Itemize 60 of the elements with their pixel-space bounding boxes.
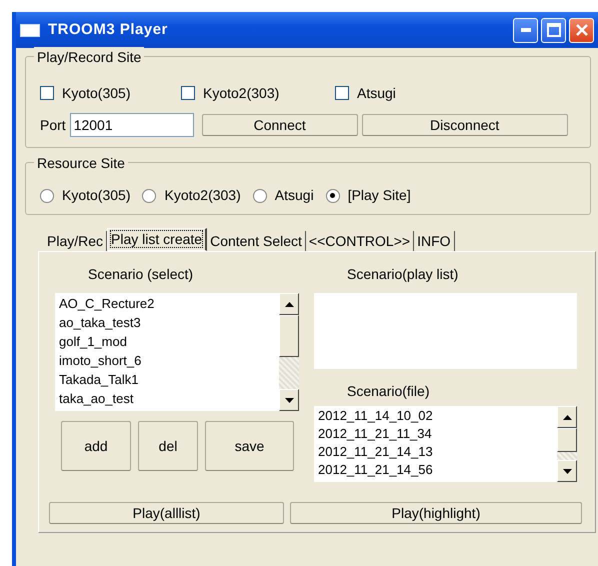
- save-button[interactable]: save: [205, 421, 294, 471]
- scroll-down-button[interactable]: [557, 460, 577, 482]
- minimize-button[interactable]: [513, 18, 538, 42]
- connect-button[interactable]: Connect: [202, 114, 358, 136]
- list-item[interactable]: 2012_11_21_14_56: [318, 461, 553, 479]
- radio-button[interactable]: [40, 188, 54, 202]
- list-item[interactable]: 2012_11_14_10_02: [318, 407, 553, 425]
- tab[interactable]: Play list create: [107, 228, 208, 251]
- list-item[interactable]: ao_taka_test3: [59, 313, 275, 332]
- list-item[interactable]: Takada_Talk1: [59, 370, 275, 389]
- list-item[interactable]: imoto_short_6: [59, 351, 275, 370]
- up-arrow-icon: [284, 302, 294, 306]
- scrollbar-thumb[interactable]: [557, 428, 577, 452]
- window-title: TROOM3 Player: [48, 20, 168, 40]
- scroll-up-button[interactable]: [557, 406, 577, 428]
- down-arrow-icon: [284, 398, 294, 402]
- play-highlight-button[interactable]: Play(highlight): [290, 502, 582, 524]
- list-item[interactable]: 2012_11_21_11_34: [318, 425, 553, 443]
- checkbox-label: Kyoto(305): [62, 84, 130, 103]
- add-button[interactable]: add: [61, 421, 131, 471]
- checkbox[interactable]: [181, 86, 195, 100]
- radio-label: Kyoto2(303): [164, 186, 241, 205]
- scrollbar[interactable]: [557, 406, 577, 482]
- radio-button[interactable]: [252, 188, 267, 202]
- close-icon: [574, 23, 588, 37]
- radio-label: [Play Site]: [348, 186, 411, 205]
- radio-label: Atsugi: [274, 186, 314, 205]
- radio-button[interactable]: [142, 188, 156, 202]
- group-title: Play/Record Site: [34, 47, 144, 68]
- list-item[interactable]: taka_ao_test: [59, 389, 275, 408]
- checkbox[interactable]: [335, 86, 349, 100]
- scenario-listbox[interactable]: AO_C_Recture2 ao_taka_test3 golf_1_mod imoto_short_6 Takada_Talk1 taka_ao_test: [55, 293, 299, 411]
- maximize-button[interactable]: [541, 18, 566, 42]
- down-arrow-icon: [562, 468, 572, 474]
- radio-label: Kyoto(305): [62, 186, 130, 205]
- checkbox-label: Kyoto2(303): [203, 84, 280, 103]
- list-label: Scenario(file): [347, 382, 430, 401]
- list-item[interactable]: AO_C_Recture2: [59, 294, 275, 313]
- scroll-up-button[interactable]: [279, 293, 299, 315]
- list-label: Scenario(play list): [347, 265, 460, 284]
- disconnect-button[interactable]: Disconnect: [362, 114, 568, 136]
- window-icon: [20, 24, 40, 36]
- radio-button[interactable]: [326, 188, 340, 202]
- maximize-icon: [546, 23, 560, 37]
- list-label: Scenario (select): [88, 265, 194, 284]
- delete-button[interactable]: del: [138, 421, 198, 471]
- scroll-down-button[interactable]: [279, 389, 299, 411]
- checkbox[interactable]: [40, 86, 54, 100]
- list-item[interactable]: 2012_11_21_14_13: [318, 443, 553, 461]
- minimize-icon: [520, 28, 530, 32]
- port-field[interactable]: 12001: [70, 113, 194, 137]
- file-listbox[interactable]: 2012_11_14_10_02 2012_11_21_11_34 2012_11_21_14_13 2012_11_21_14_56: [314, 406, 577, 482]
- close-button[interactable]: [569, 18, 594, 42]
- play-all-button[interactable]: Play(alllist): [49, 502, 284, 524]
- scrollbar[interactable]: [279, 293, 299, 411]
- checkbox-label: Atsugi: [357, 84, 396, 103]
- list-item[interactable]: golf_1_mod: [59, 332, 275, 351]
- port-label: Port: [40, 116, 66, 134]
- up-arrow-icon: [562, 414, 572, 420]
- scrollbar-thumb[interactable]: [279, 315, 299, 357]
